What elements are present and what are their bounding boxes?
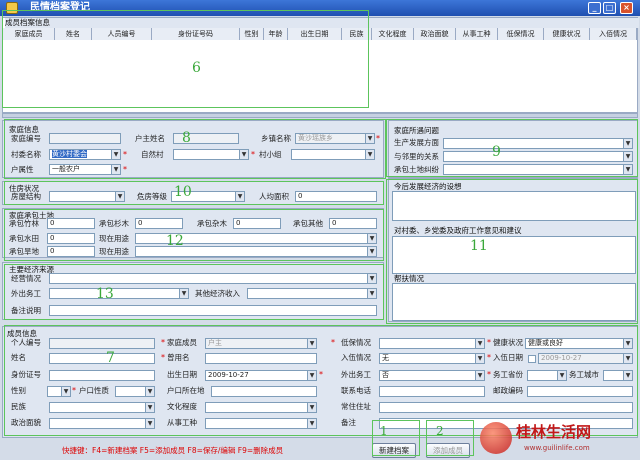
- watermark-text: 桂林生活网: [516, 423, 592, 441]
- annotation-10: 11: [470, 238, 488, 254]
- annotation-box-2: [426, 420, 474, 456]
- annotation-7: 8: [182, 130, 191, 146]
- annotation-6: 6: [192, 60, 201, 76]
- annotation-box-7: [4, 119, 386, 179]
- watermark-url: www.guilinlife.com: [524, 444, 590, 452]
- col-army[interactable]: 入佰情况: [590, 28, 637, 40]
- annotation-8: 9: [492, 144, 501, 160]
- annotation-box-12: [4, 264, 384, 320]
- annotation-box-10: [386, 179, 638, 324]
- annotation-11: 12: [166, 233, 184, 249]
- annotation-box-13: [4, 325, 638, 436]
- maximize-button[interactable]: □: [603, 2, 616, 14]
- shortcut-hint: 快捷键：F4=新建档案 F5=添加成员 F8=保存/编辑 F9=删除成员: [62, 446, 284, 455]
- close-button[interactable]: ×: [620, 2, 633, 14]
- col-political[interactable]: 政治面貌: [414, 28, 456, 40]
- annotation-box-11: [4, 209, 384, 261]
- annotation-9: 10: [174, 184, 192, 200]
- annotation-box-8: [386, 119, 638, 177]
- annotation-1: 1: [380, 424, 388, 438]
- col-education[interactable]: 文化程度: [372, 28, 414, 40]
- footer-bar: 快捷键：F4=新建档案 F5=添加成员 F8=保存/编辑 F9=删除成员 新建档…: [0, 422, 640, 460]
- col-job[interactable]: 从事工种: [456, 28, 498, 40]
- annotation-box-9: [4, 181, 384, 205]
- annotation-12: 13: [96, 286, 114, 302]
- col-allowance[interactable]: 低保情况: [498, 28, 544, 40]
- annotation-2: 2: [436, 424, 444, 438]
- col-health[interactable]: 健康状况: [544, 28, 590, 40]
- minimize-button[interactable]: _: [588, 2, 601, 14]
- watermark-logo-icon: [480, 422, 512, 454]
- splitter[interactable]: [2, 113, 638, 118]
- annotation-box-6: [2, 10, 369, 108]
- annotation-13: 7: [106, 350, 115, 366]
